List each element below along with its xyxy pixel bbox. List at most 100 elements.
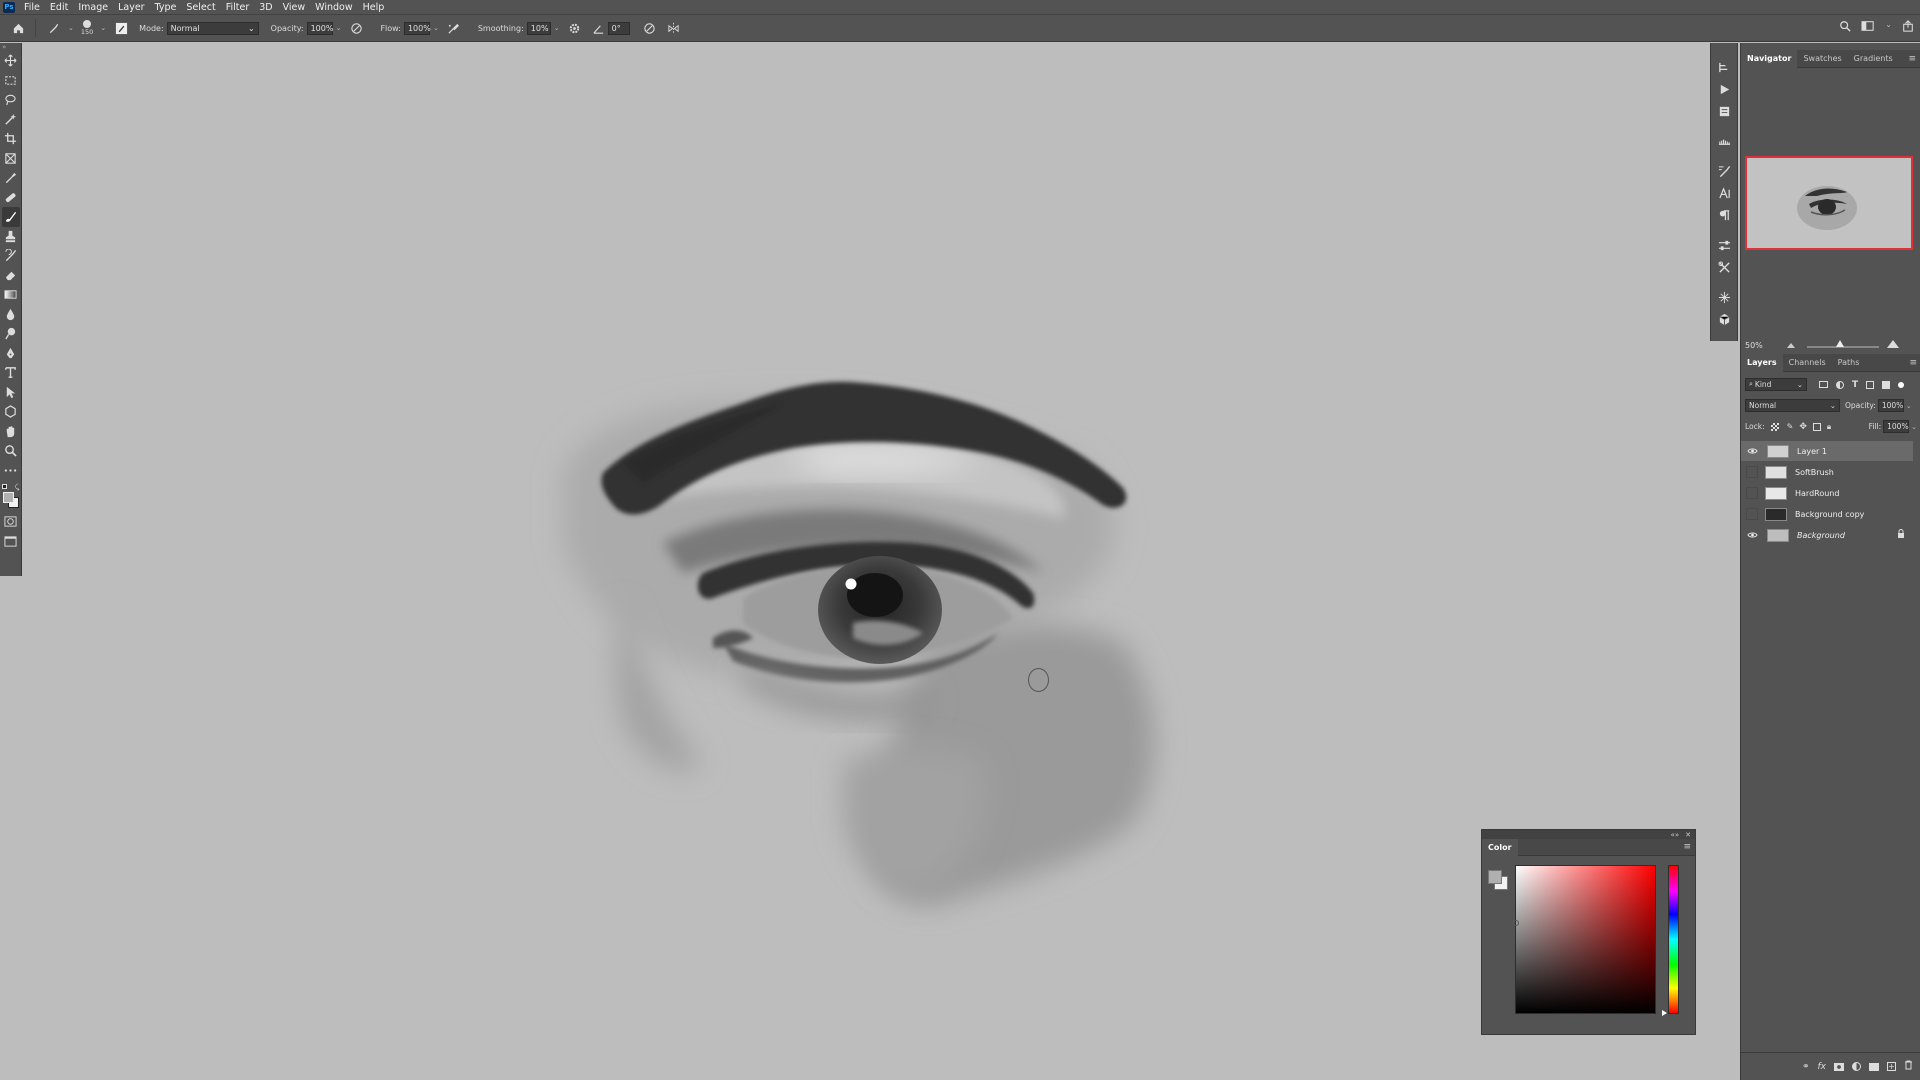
tab-gradients[interactable]: Gradients — [1848, 50, 1899, 68]
color-picker-marker[interactable] — [1513, 920, 1519, 926]
airbrush-icon[interactable] — [446, 20, 462, 36]
add-mask-icon[interactable] — [1834, 1062, 1844, 1071]
brush-settings-panel-button[interactable] — [1715, 131, 1733, 151]
smoothing-input[interactable]: 10% — [526, 21, 551, 35]
tab-paths[interactable]: Paths — [1832, 354, 1866, 372]
layer-row-layer-1[interactable]: Layer 1 — [1741, 441, 1913, 461]
chevron-down-icon[interactable]: ⌄ — [336, 24, 342, 32]
panel-menu-icon[interactable]: ≡ — [1909, 358, 1917, 368]
tab-swatches[interactable]: Swatches — [1797, 50, 1847, 68]
path-selection-tool[interactable] — [2, 383, 20, 403]
lock-pixels-icon[interactable]: ✎ — [1787, 422, 1794, 431]
filter-adjustment-icon[interactable] — [1836, 380, 1844, 389]
pen-tool[interactable] — [2, 344, 20, 364]
link-layers-icon[interactable]: ⚭ — [1802, 1062, 1810, 1072]
chevron-down-icon[interactable]: ⌄ — [554, 24, 560, 32]
mode-select[interactable]: Normal ⌄ — [166, 21, 259, 35]
default-colors-icon[interactable] — [1, 484, 7, 489]
filter-type-icon[interactable]: T — [1852, 380, 1858, 390]
brush-preset-icon[interactable] — [45, 20, 61, 36]
filter-shape-icon[interactable] — [1866, 380, 1875, 389]
shape-tool[interactable] — [2, 402, 20, 422]
eye-icon[interactable] — [1745, 447, 1759, 455]
swap-colors-icon[interactable]: ⤹ — [15, 484, 19, 491]
3d-panel-button[interactable] — [1715, 309, 1733, 329]
adjustment-layer-icon[interactable] — [1852, 1062, 1861, 1071]
more-tools[interactable] — [2, 461, 20, 481]
visibility-toggle[interactable] — [1746, 487, 1758, 499]
search-icon[interactable] — [1839, 20, 1851, 35]
zoom-slider-knob[interactable] — [1836, 340, 1844, 347]
menu-3d[interactable]: 3D — [254, 0, 277, 15]
actions-panel-button[interactable] — [1715, 79, 1733, 99]
menu-image[interactable]: Image — [73, 0, 113, 15]
layer-row-softbrush[interactable]: SoftBrush — [1741, 462, 1913, 482]
lock-all-icon[interactable]: 🔒︎ — [1827, 422, 1831, 432]
lock-artboard-icon[interactable] — [1812, 422, 1821, 431]
visibility-toggle[interactable] — [1746, 508, 1758, 520]
zoom-in-icon[interactable] — [1887, 340, 1899, 348]
filter-toggle-icon[interactable] — [1898, 381, 1905, 388]
menu-layer[interactable]: Layer — [113, 0, 150, 15]
chevron-down-icon[interactable]: ⌄ — [100, 24, 106, 32]
trash-icon[interactable] — [1904, 1060, 1913, 1073]
tab-layers[interactable]: Layers — [1741, 353, 1783, 372]
dodge-tool[interactable] — [2, 324, 20, 344]
pressure-size-icon[interactable] — [642, 20, 658, 36]
chevron-down-icon[interactable]: ⌄ — [1906, 402, 1912, 410]
menu-help[interactable]: Help — [358, 0, 390, 15]
document-canvas[interactable] — [23, 43, 1708, 1080]
adjustments-panel-button[interactable] — [1715, 235, 1733, 255]
workspace-icon[interactable] — [1861, 20, 1875, 35]
layer-opacity-input[interactable]: 100% — [1877, 399, 1904, 412]
lock-icon[interactable] — [1897, 529, 1905, 541]
menu-window[interactable]: Window — [310, 0, 357, 15]
chevron-down-icon[interactable]: ⌄ — [68, 24, 74, 32]
menu-type[interactable]: Type — [150, 0, 182, 15]
tab-color[interactable]: Color — [1482, 838, 1518, 856]
visibility-toggle[interactable] — [1746, 466, 1758, 478]
gear-icon[interactable] — [567, 20, 583, 36]
tab-channels[interactable]: Channels — [1783, 354, 1832, 372]
eyedropper-tool[interactable] — [2, 168, 20, 188]
gradient-tool[interactable] — [2, 285, 20, 305]
layer-row-background-copy[interactable]: Background copy — [1741, 504, 1913, 524]
chevron-down-icon[interactable]: ⌄ — [1911, 423, 1917, 431]
menu-edit[interactable]: Edit — [45, 0, 73, 15]
symmetry-icon[interactable] — [666, 20, 682, 36]
history-panel-button[interactable] — [1715, 57, 1733, 77]
new-group-icon[interactable] — [1869, 1062, 1879, 1071]
eye-icon[interactable] — [1745, 531, 1759, 539]
menu-select[interactable]: Select — [181, 0, 220, 15]
layer-row-hardround[interactable]: HardRound — [1741, 483, 1913, 503]
share-icon[interactable] — [1902, 20, 1914, 35]
photoshop-logo[interactable]: Ps — [3, 1, 15, 13]
marquee-tool[interactable] — [2, 71, 20, 91]
history-brush-tool[interactable] — [2, 246, 20, 266]
glyphs-panel-button[interactable] — [1715, 287, 1733, 307]
saturation-value-field[interactable] — [1515, 865, 1656, 1014]
fx-icon[interactable]: fx — [1818, 1062, 1827, 1072]
hand-tool[interactable] — [2, 422, 20, 442]
zoom-tool[interactable] — [2, 441, 20, 461]
frame-tool[interactable] — [2, 149, 20, 169]
lock-position-icon[interactable]: ✥ — [1799, 422, 1807, 432]
close-icon[interactable]: ✕ — [1685, 831, 1691, 839]
collapse-arrows-icon[interactable]: «» — [1671, 831, 1680, 839]
eraser-tool[interactable] — [2, 266, 20, 286]
opacity-input[interactable]: 100% — [306, 21, 333, 35]
hue-slider-marker[interactable] — [1662, 1010, 1667, 1016]
brushes-panel-button[interactable] — [1715, 161, 1733, 181]
crop-tool[interactable] — [2, 129, 20, 149]
blend-mode-select[interactable]: Normal ⌄ — [1745, 399, 1840, 412]
type-tool[interactable] — [2, 363, 20, 383]
paragraph-panel-button[interactable] — [1715, 205, 1733, 225]
move-tool[interactable] — [2, 51, 20, 71]
filter-pixel-icon[interactable] — [1819, 381, 1828, 388]
brush-tool[interactable] — [1, 207, 20, 227]
clone-stamp-tool[interactable] — [2, 227, 20, 247]
layer-kind-filter[interactable]: ⌕ Kind ⌄ — [1745, 378, 1807, 391]
chevron-down-icon[interactable]: ⌄ — [1885, 20, 1892, 35]
flow-input[interactable]: 100% — [403, 21, 431, 35]
zoom-out-icon[interactable] — [1787, 343, 1795, 348]
